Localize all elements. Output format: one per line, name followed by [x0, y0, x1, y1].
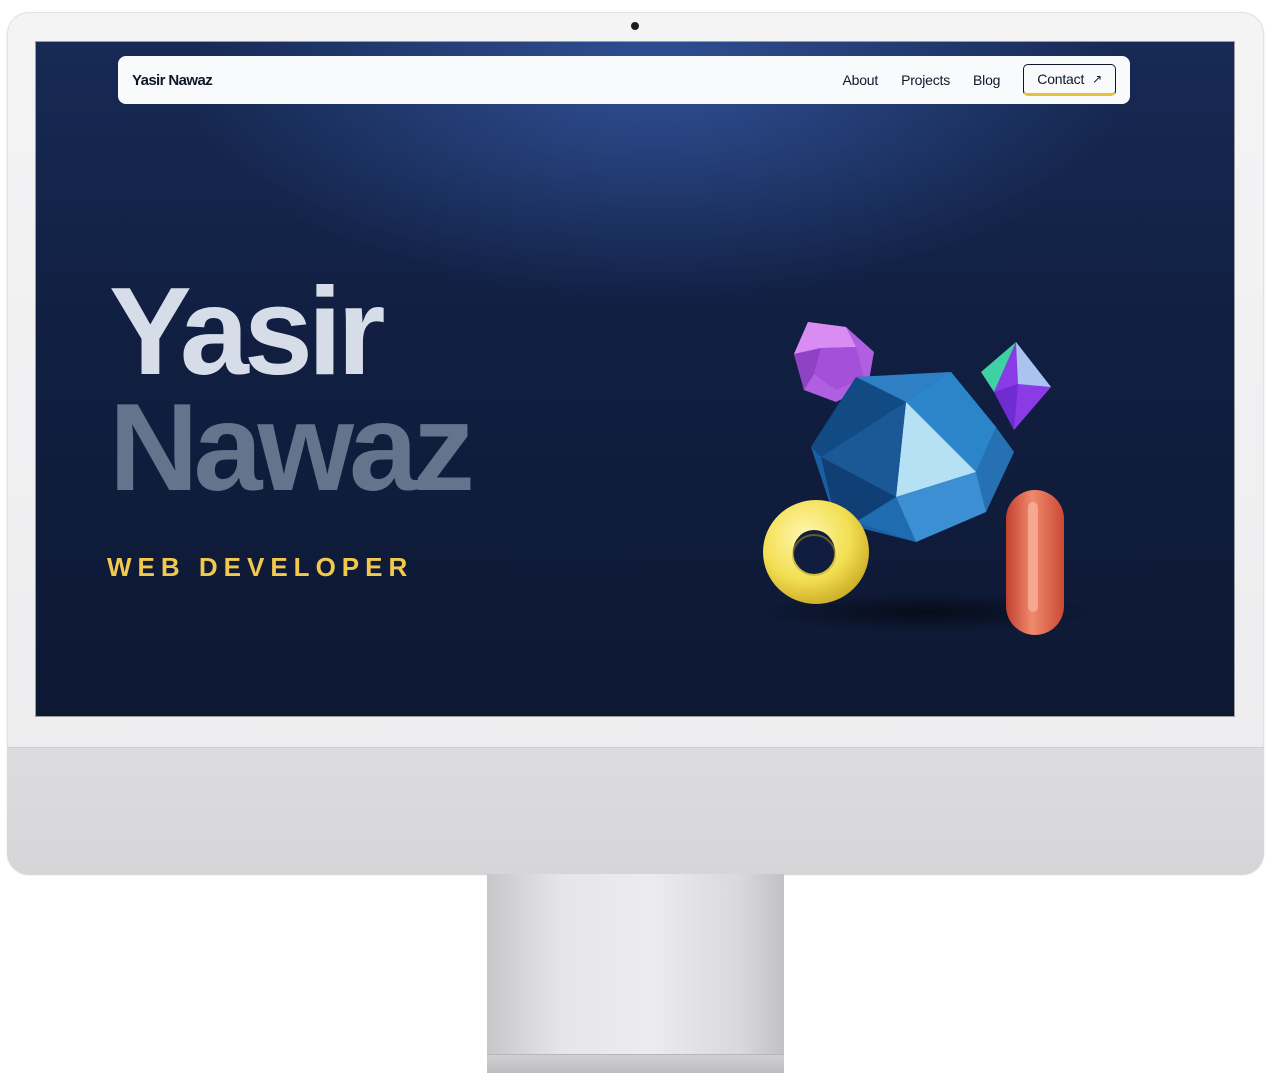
nav-link-blog[interactable]: Blog — [973, 72, 1000, 88]
hero-first-name: Yasir — [109, 263, 385, 401]
contact-button[interactable]: Contact ↗ — [1023, 64, 1116, 96]
navbar: Yasir Nawaz About Projects Blog Contact … — [118, 56, 1130, 104]
imac-stand — [487, 874, 784, 1054]
red-capsule-shape — [1006, 490, 1064, 635]
camera-dot — [631, 22, 639, 30]
hero-last-name: Nawaz — [109, 379, 475, 517]
imac-chin — [7, 747, 1264, 875]
hero-3d-shapes-illustration — [756, 322, 1096, 635]
nav-link-projects[interactable]: Projects — [901, 72, 950, 88]
imac-stand-foot — [487, 1054, 784, 1073]
hero-role: WEB DEVELOPER — [107, 552, 414, 582]
nav-link-about[interactable]: About — [842, 72, 878, 88]
website-screen: Yasir Nawaz About Projects Blog Contact … — [35, 41, 1235, 717]
brand-logo[interactable]: Yasir Nawaz — [132, 72, 213, 89]
arrow-up-right-icon: ↗ — [1092, 72, 1102, 86]
nav-links: About Projects Blog Contact ↗ — [819, 64, 1116, 96]
violet-pyramid-shape — [981, 342, 1051, 430]
yellow-torus-shape — [763, 500, 869, 604]
contact-button-label: Contact — [1037, 71, 1085, 87]
